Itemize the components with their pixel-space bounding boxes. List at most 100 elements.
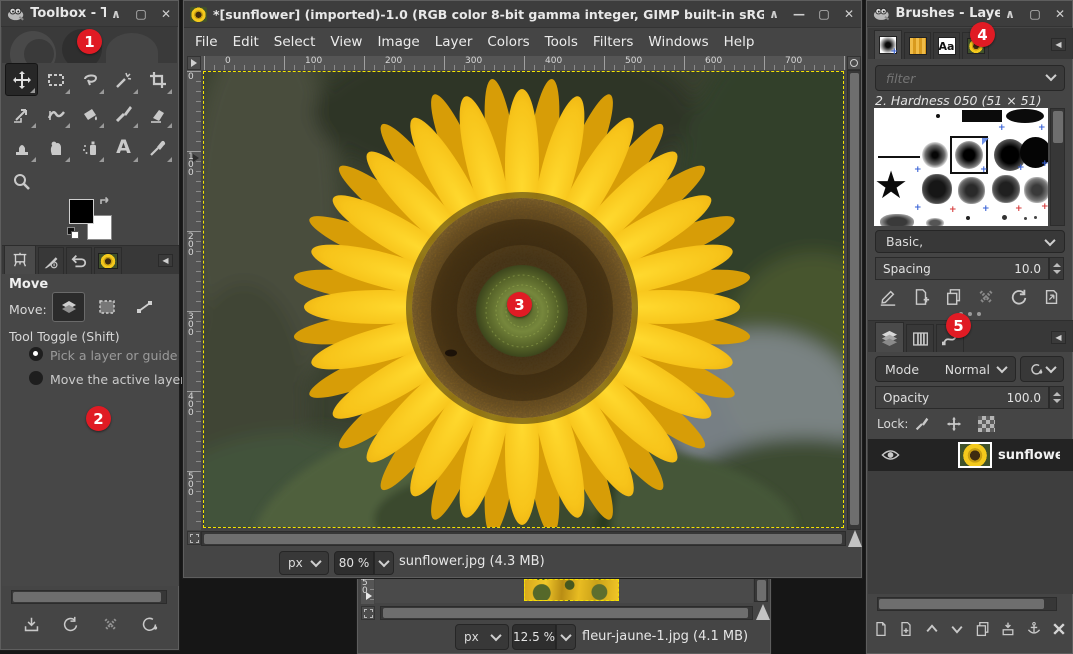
opacity-spinner[interactable] <box>1049 386 1064 409</box>
brush-grid-scrollbar[interactable] <box>1050 108 1065 226</box>
reset-tool-preset-icon[interactable] <box>141 616 158 633</box>
duplicate-brush-icon[interactable] <box>945 288 963 306</box>
main-hscrollbar[interactable] <box>201 531 846 546</box>
tab-device-status[interactable] <box>38 247 64 274</box>
default-colors-icon[interactable] <box>67 227 79 239</box>
tool-options-scrollbar[interactable] <box>11 590 167 604</box>
menu-windows[interactable]: Windows <box>647 30 709 54</box>
second-canvas-strip[interactable] <box>375 578 753 603</box>
toolbox-close-icon[interactable]: ✕ <box>160 8 172 20</box>
tool-warp-transform[interactable] <box>39 97 72 130</box>
merge-down-icon[interactable] <box>1000 621 1016 637</box>
menu-help[interactable]: Help <box>723 30 756 54</box>
mode-switch-button[interactable] <box>1020 356 1064 382</box>
tab-undo-history[interactable] <box>66 247 92 274</box>
lock-position-icon[interactable] <box>945 415 963 433</box>
tool-ink-airbrush[interactable] <box>73 131 106 164</box>
zoom-dropdown-button[interactable] <box>374 551 394 575</box>
layer-name[interactable]: sunflower.jpg <box>998 448 1060 463</box>
main-collapse-icon[interactable]: ∧ <box>768 8 780 20</box>
menu-tools[interactable]: Tools <box>544 30 579 54</box>
delete-tool-preset-icon[interactable] <box>102 616 119 633</box>
main-close-icon[interactable]: ✕ <box>843 8 855 20</box>
vertical-ruler[interactable]: 0 100 200 300 400 500 <box>187 70 201 530</box>
second-navigation-icon[interactable] <box>756 604 770 620</box>
tool-paintbrush[interactable] <box>107 97 140 130</box>
lock-pixels-icon[interactable] <box>913 415 931 433</box>
tab-channels[interactable] <box>906 324 934 352</box>
refresh-brushes-icon[interactable] <box>1010 288 1028 306</box>
toolbox-collapse-icon[interactable]: ∧ <box>110 8 122 20</box>
second-zoom-dropdown-button[interactable] <box>556 624 576 650</box>
main-maximize-icon[interactable]: ▢ <box>818 8 830 20</box>
restore-tool-preset-icon[interactable] <box>62 616 79 633</box>
brush-filter-input[interactable] <box>875 65 1065 91</box>
save-tool-preset-icon[interactable] <box>23 616 40 633</box>
second-unit-dropdown[interactable]: px <box>455 624 509 650</box>
second-window-vruler[interactable]: 50 <box>361 578 374 604</box>
tab-tool-options[interactable] <box>4 245 36 274</box>
tool-zoom[interactable] <box>5 165 38 198</box>
second-hscrollbar[interactable] <box>380 606 753 620</box>
menu-view[interactable]: View <box>329 30 363 54</box>
menu-select[interactable]: Select <box>273 30 317 54</box>
delete-layer-icon[interactable] <box>1051 621 1067 637</box>
layers-tab-menu-button[interactable]: ◀ <box>1051 331 1066 344</box>
tab-image-thumbnail[interactable] <box>94 247 122 274</box>
second-quickmask-button[interactable] <box>361 606 375 620</box>
menu-filters[interactable]: Filters <box>592 30 634 54</box>
dock-collapse-icon[interactable]: ∧ <box>1004 8 1016 20</box>
spacing-slider[interactable]: Spacing 10.0 <box>875 257 1049 280</box>
layers-scrollbar[interactable] <box>877 597 1057 611</box>
toolbox-maximize-icon[interactable]: ▢ <box>135 8 147 20</box>
tool-move[interactable] <box>5 63 38 96</box>
tool-crop[interactable] <box>141 63 174 96</box>
tool-transform[interactable] <box>5 97 38 130</box>
tab-fonts[interactable]: Aa <box>933 32 960 59</box>
opacity-slider[interactable]: Opacity 100.0 <box>875 386 1049 409</box>
foreground-color-swatch[interactable] <box>69 199 94 224</box>
layer-list[interactable]: sunflower.jpg <box>868 439 1073 594</box>
tool-clone[interactable] <box>5 131 38 164</box>
tool-fuzzy-select[interactable] <box>107 63 140 96</box>
dock-close-icon[interactable]: ✕ <box>1054 8 1066 20</box>
new-brush-icon[interactable] <box>912 288 930 306</box>
anchor-layer-icon[interactable] <box>1026 621 1042 637</box>
brush-grid[interactable]: + + + + + + ★ + + + + + <box>874 108 1048 226</box>
menu-file[interactable]: File <box>194 30 219 54</box>
radio-pick-layer[interactable] <box>29 347 43 361</box>
edit-brush-icon[interactable] <box>879 288 897 306</box>
tab-menu-button[interactable]: ◀ <box>158 254 173 267</box>
navigation-icon[interactable] <box>848 530 862 547</box>
second-image-thumb[interactable] <box>524 579 619 601</box>
canvas-menu-button[interactable] <box>187 56 201 70</box>
second-vscrollbar[interactable] <box>754 578 768 602</box>
move-path-button[interactable] <box>128 292 161 322</box>
unit-dropdown[interactable]: px <box>279 551 329 575</box>
new-layer-icon[interactable] <box>873 621 889 637</box>
dock-maximize-icon[interactable]: ▢ <box>1029 8 1041 20</box>
quickmask-button[interactable] <box>187 531 201 545</box>
raise-layer-icon[interactable] <box>924 621 940 637</box>
layer-thumbnail[interactable] <box>958 442 992 468</box>
layer-mode-dropdown[interactable]: Mode Normal <box>875 356 1016 382</box>
zoom-follow-window-button[interactable] <box>847 56 861 70</box>
main-titlebar[interactable]: *[sunflower] (imported)-1.0 (RGB color 8… <box>184 1 861 28</box>
brush-group-dropdown[interactable]: Basic, <box>875 230 1065 253</box>
tool-text[interactable]: A <box>107 131 140 164</box>
zoom-box[interactable]: 80 % <box>334 551 374 575</box>
layer-row-sunflower[interactable]: sunflower.jpg <box>868 439 1073 471</box>
duplicate-layer-icon[interactable] <box>975 621 991 637</box>
swap-colors-icon[interactable] <box>99 196 112 208</box>
menu-layer[interactable]: Layer <box>434 30 474 54</box>
tool-bucket-fill[interactable] <box>73 97 106 130</box>
move-layer-button[interactable] <box>52 292 85 322</box>
menu-edit[interactable]: Edit <box>232 30 260 54</box>
second-zoom-box[interactable]: 12.5 % <box>512 624 556 650</box>
tab-patterns[interactable] <box>904 32 931 59</box>
tab-brushes[interactable]: + <box>874 30 902 59</box>
main-vscrollbar[interactable] <box>847 70 861 530</box>
open-brush-as-image-icon[interactable] <box>1043 288 1061 306</box>
toolbox-titlebar[interactable]: Toolbox - T ∧ ▢ ✕ <box>1 1 178 27</box>
tool-rectangle-select[interactable] <box>39 63 72 96</box>
